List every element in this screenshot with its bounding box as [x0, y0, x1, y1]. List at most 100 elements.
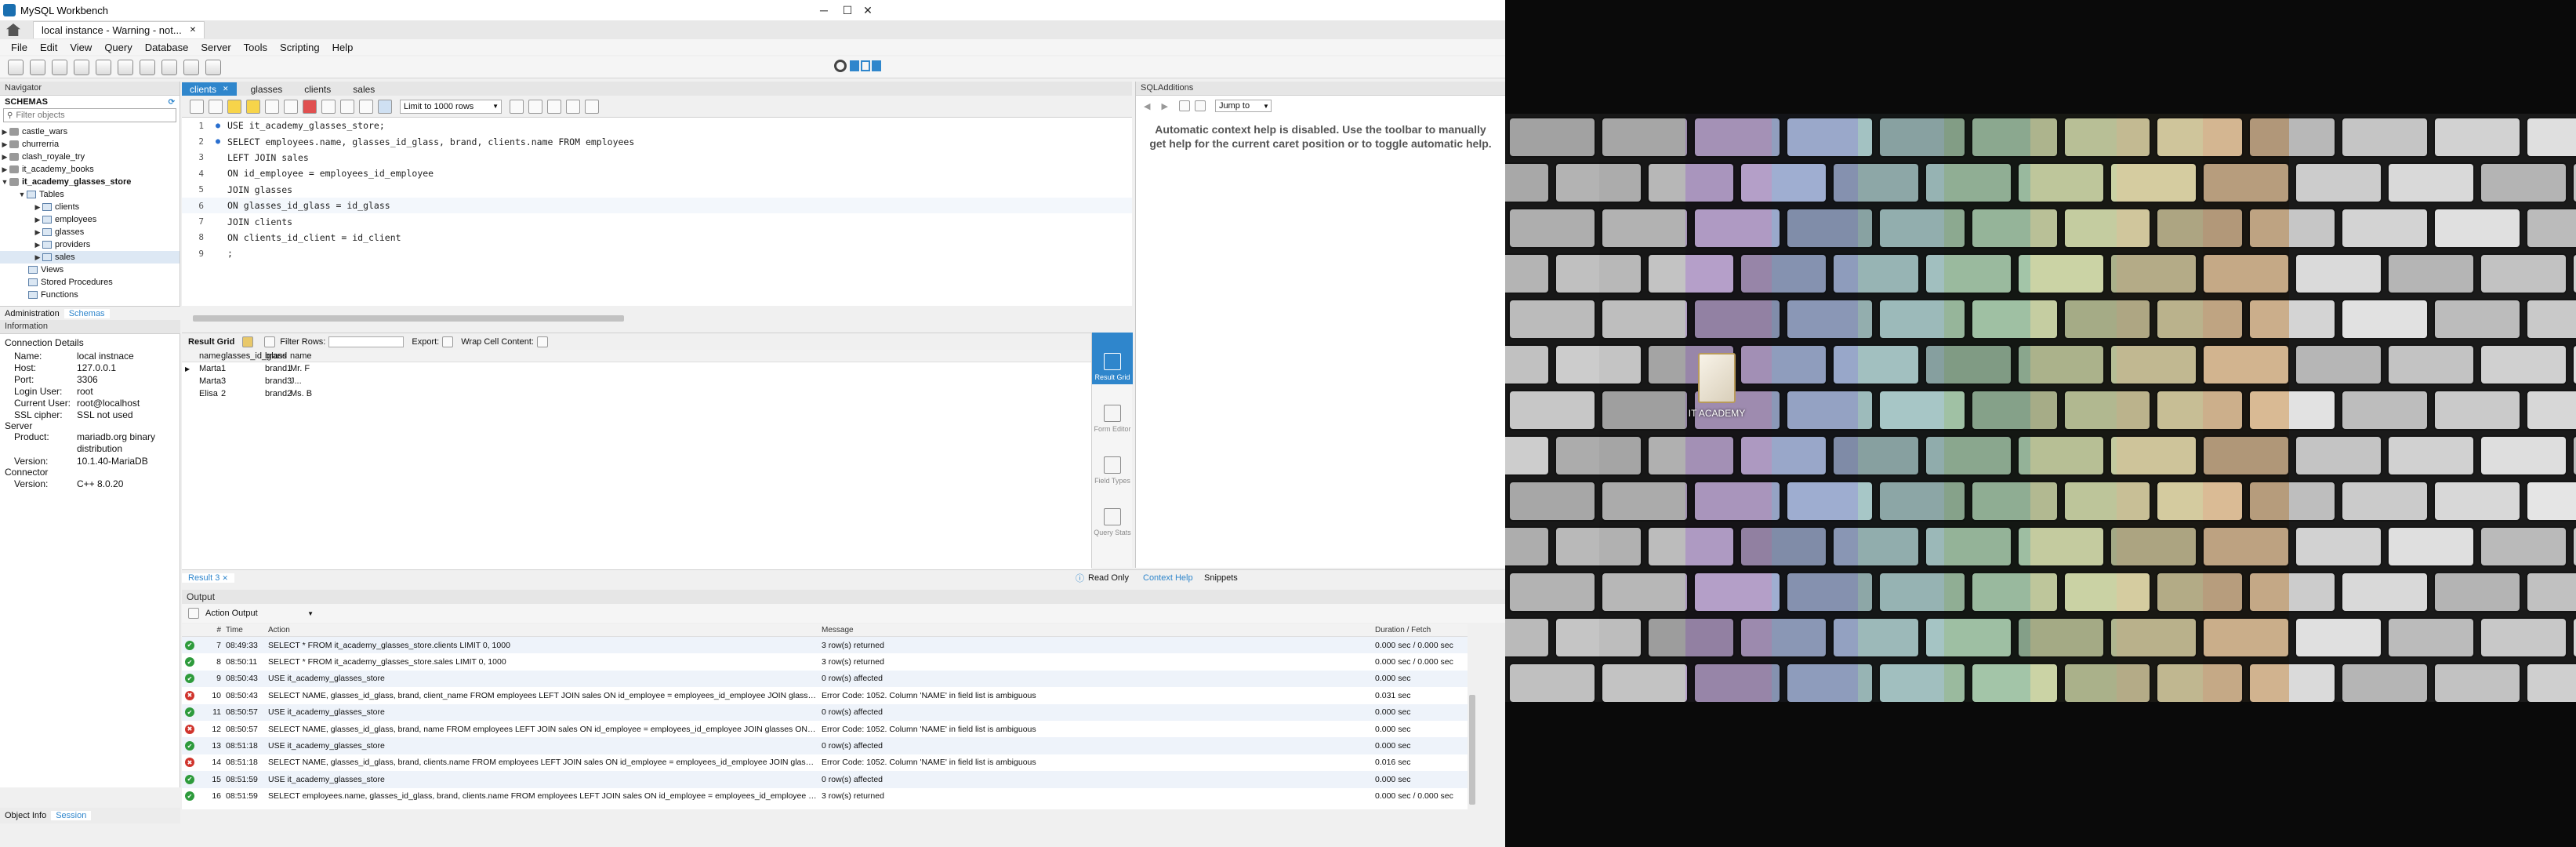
column-header[interactable]: name	[287, 351, 318, 361]
output-mode-select[interactable]: Action Output ▼	[204, 607, 314, 620]
output-row[interactable]: ✖ 14 08:51:18 SELECT NAME, glasses_id_glass…	[182, 754, 1468, 771]
stop-icon[interactable]	[284, 99, 298, 114]
toggle-output-icon[interactable]	[861, 60, 870, 71]
output-row[interactable]: ✔ 11 08:50:57 USE it_academy_glasses_store 0…	[182, 703, 1468, 721]
column-header[interactable]: brand	[262, 351, 287, 361]
search-table-data-icon[interactable]	[183, 59, 199, 75]
toggle-error-stop-icon[interactable]	[303, 99, 317, 114]
add-snippet-icon[interactable]	[510, 99, 524, 114]
menu-help[interactable]: Help	[326, 42, 360, 53]
column-header[interactable]: Duration / Fetch	[1370, 626, 1464, 634]
toggle-additions-icon[interactable]	[872, 60, 881, 71]
functions-folder[interactable]: Functions	[0, 289, 180, 301]
explain-icon[interactable]	[265, 99, 279, 114]
cell[interactable]: 2	[218, 389, 262, 398]
tab-glasses[interactable]: glasses	[243, 82, 291, 96]
menu-scripting[interactable]: Scripting	[274, 42, 326, 53]
scroll-thumb[interactable]	[193, 315, 624, 322]
tables-folder[interactable]: ▼ Tables	[0, 188, 180, 201]
tab-session[interactable]: Session	[51, 811, 92, 820]
column-header[interactable]: Time	[226, 626, 268, 634]
table-item[interactable]: ▶ clients	[0, 201, 180, 213]
table-item[interactable]: ▶ glasses	[0, 226, 180, 238]
expand-icon[interactable]: ▶	[33, 216, 42, 224]
schema-item-active[interactable]: ▼ it_academy_glasses_store	[0, 176, 180, 188]
column-header[interactable]: Action	[268, 626, 817, 634]
new-sql-tab-icon[interactable]	[8, 59, 24, 75]
commit-icon[interactable]	[321, 99, 336, 114]
table-item[interactable]: ▶ providers	[0, 238, 180, 251]
cell[interactable]: Elisa	[196, 389, 218, 398]
result-tab[interactable]: Result 3 ✕	[182, 573, 234, 583]
output-vscrollbar[interactable]	[1468, 624, 1477, 809]
expand-icon[interactable]: ▶	[0, 153, 9, 162]
cell[interactable]: Mr. F	[287, 364, 318, 373]
tab-clients[interactable]: clients ✕	[182, 82, 237, 96]
autocommit-icon[interactable]	[359, 99, 373, 114]
schema-item[interactable]: ▶ clash_royale_try	[0, 151, 180, 163]
tab-administration[interactable]: Administration	[0, 309, 64, 318]
auto-help-icon[interactable]	[1178, 100, 1190, 111]
views-folder[interactable]: Views	[0, 264, 180, 276]
grid-icon[interactable]	[242, 336, 254, 347]
expand-icon[interactable]: ▶	[33, 253, 42, 262]
scroll-thumb[interactable]	[1469, 695, 1475, 805]
table-item[interactable]: ▶ employees	[0, 213, 180, 226]
rollback-icon[interactable]	[340, 99, 354, 114]
wrap-cell-icon[interactable]	[536, 336, 548, 347]
tab-sales[interactable]: sales	[345, 82, 383, 96]
tab-clients-2[interactable]: clients	[296, 82, 339, 96]
create-procedure-icon[interactable]	[140, 59, 155, 75]
cell[interactable]: brand2	[262, 389, 292, 398]
collapse-icon[interactable]: ▼	[17, 191, 27, 198]
find-icon[interactable]	[547, 99, 561, 114]
manual-help-icon[interactable]	[1194, 100, 1206, 111]
output-row[interactable]: ✔ 15 08:51:59 USE it_academy_glasses_store 0…	[182, 771, 1468, 788]
cell[interactable]: 1	[218, 364, 262, 373]
tab-schemas[interactable]: Schemas	[63, 308, 110, 318]
expand-icon[interactable]: ▶	[0, 140, 9, 149]
create-schema-icon[interactable]	[74, 59, 89, 75]
beautify-icon[interactable]	[528, 99, 542, 114]
refresh-icon[interactable]: ⟳	[169, 98, 175, 107]
connection-tab[interactable]: local instance - Warning - not... ✕	[33, 21, 205, 38]
cell[interactable]: brand3	[262, 376, 292, 386]
reconnect-icon[interactable]	[205, 59, 221, 75]
table-row[interactable]: Marta 3 brand3 J...	[182, 375, 1091, 387]
close-button[interactable]: ✕	[850, 0, 886, 20]
cell[interactable]: Marta	[196, 364, 221, 373]
execute-current-icon[interactable]	[246, 99, 260, 114]
result-grid-button[interactable]: Result Grid	[1092, 333, 1133, 384]
tab-snippets[interactable]: Snippets	[1204, 573, 1238, 583]
desktop-folder[interactable]: IT ACADEMY	[1674, 353, 1760, 439]
expand-icon[interactable]: ▶	[33, 241, 42, 249]
menu-edit[interactable]: Edit	[34, 42, 63, 53]
toggle-autocommit-icon[interactable]	[378, 99, 392, 114]
expand-icon[interactable]: ▶	[0, 128, 9, 136]
create-function-icon[interactable]	[161, 59, 177, 75]
column-header[interactable]: name	[196, 351, 221, 361]
output-row[interactable]: ✔ 7 08:49:33 SELECT * FROM it_academy_glass…	[182, 637, 1468, 654]
output-row[interactable]: ✖ 12 08:50:57 SELECT NAME, glasses_id_glass…	[182, 721, 1468, 737]
expand-icon[interactable]: ▶	[33, 203, 42, 212]
wrap-lines-icon[interactable]	[585, 99, 599, 114]
filter-objects-input[interactable]	[16, 111, 158, 120]
gear-icon[interactable]	[834, 60, 847, 72]
create-table-icon[interactable]	[96, 59, 111, 75]
menu-view[interactable]: View	[63, 42, 98, 53]
execute-icon[interactable]	[227, 99, 241, 114]
editor-hscrollbar[interactable]	[182, 314, 1132, 323]
output-row[interactable]: ✔ 8 08:50:11 SELECT * FROM it_academy_glass…	[182, 653, 1468, 670]
menu-tools[interactable]: Tools	[238, 42, 274, 53]
toggle-sidebar-icon[interactable]	[850, 60, 859, 71]
table-row[interactable]: ▶ Marta 1 brand1 Mr. F	[182, 362, 1091, 375]
open-sql-script-icon[interactable]	[30, 59, 45, 75]
menu-database[interactable]: Database	[139, 42, 195, 53]
limit-rows-select[interactable]: Limit to 1000 rows ▼	[400, 99, 502, 114]
cell[interactable]: Marta	[196, 376, 221, 386]
back-icon[interactable]: ◀	[1144, 101, 1150, 111]
procedures-folder[interactable]: Stored Procedures	[0, 276, 180, 289]
cell[interactable]: Ms. B	[287, 389, 318, 398]
form-editor-button[interactable]: Form Editor	[1092, 384, 1133, 436]
menu-query[interactable]: Query	[98, 42, 138, 53]
